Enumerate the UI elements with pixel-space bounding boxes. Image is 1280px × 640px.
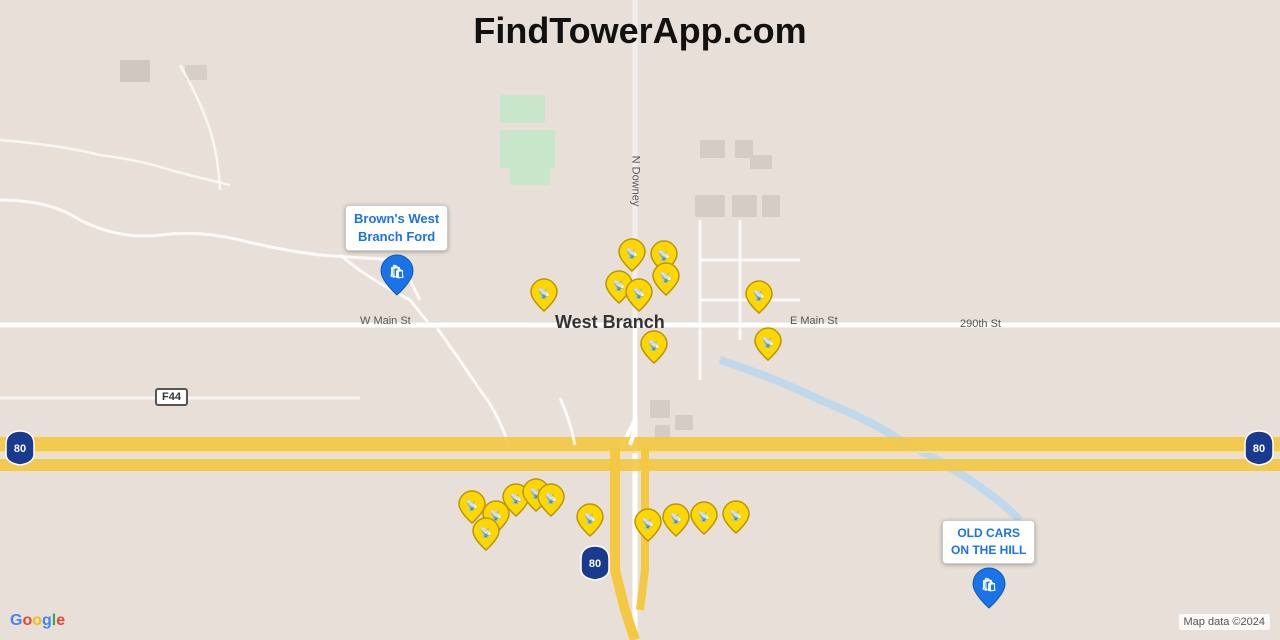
svg-text:🛍: 🛍: [388, 264, 405, 279]
tower-pin-3[interactable]: 📡: [530, 278, 558, 312]
google-e: e: [56, 612, 65, 630]
two-ninety-label: 290th St: [960, 318, 1001, 330]
svg-text:📡: 📡: [613, 279, 626, 292]
browns-ford-popup[interactable]: Brown's West Branch Ford 🛍: [345, 205, 448, 297]
tower-pin-7[interactable]: 📡: [745, 280, 773, 314]
google-g2: g: [42, 612, 52, 630]
svg-text:📡: 📡: [466, 499, 479, 512]
svg-text:📡: 📡: [626, 247, 639, 260]
old-cars-line1: OLD CARS: [957, 526, 1020, 540]
svg-text:📡: 📡: [762, 336, 775, 349]
tower-pin-20[interactable]: 📡: [722, 500, 750, 534]
n-downey-label: N Downey: [629, 156, 641, 207]
svg-text:80: 80: [589, 558, 601, 570]
w-main-st-label: W Main St: [360, 315, 411, 327]
tower-pin-14[interactable]: 📡: [537, 483, 565, 517]
tower-pin-9[interactable]: 📡: [754, 327, 782, 361]
tower-pin-8[interactable]: 📡: [640, 330, 668, 364]
tower-pin-1[interactable]: 📡: [618, 238, 646, 272]
browns-line2: Branch Ford: [358, 229, 435, 244]
tower-pin-18[interactable]: 📡: [662, 503, 690, 537]
interstate-shield-left: 80: [5, 430, 35, 471]
google-logo: G o o g l e: [10, 612, 65, 630]
svg-text:80: 80: [14, 443, 26, 455]
svg-text:📡: 📡: [658, 249, 671, 262]
svg-text:📡: 📡: [642, 517, 655, 530]
map-container: FindTowerApp.com West Branch W Main St E…: [0, 0, 1280, 640]
interstate-shield-right: 80: [1244, 430, 1274, 471]
svg-text:📡: 📡: [753, 289, 766, 302]
svg-text:📡: 📡: [730, 509, 743, 522]
svg-text:📡: 📡: [538, 287, 551, 300]
google-o1: o: [22, 612, 32, 630]
old-cars-line2: ON THE HILL: [951, 543, 1026, 557]
tower-pin-16[interactable]: 📡: [576, 503, 604, 537]
svg-text:📡: 📡: [633, 287, 646, 300]
svg-text:📡: 📡: [510, 492, 523, 505]
svg-text:📡: 📡: [545, 492, 558, 505]
svg-text:80: 80: [1253, 443, 1265, 455]
google-g: G: [10, 612, 22, 630]
map-data-label: Map data ©2024: [1179, 614, 1271, 630]
svg-text:📡: 📡: [660, 271, 673, 284]
tower-pin-5[interactable]: 📡: [625, 278, 653, 312]
f44-badge: F44: [155, 388, 188, 406]
google-o2: o: [32, 612, 42, 630]
tower-pin-17[interactable]: 📡: [634, 508, 662, 542]
svg-text:📡: 📡: [648, 339, 661, 352]
interstate-shield-center: 80: [580, 545, 610, 586]
tower-pin-15[interactable]: 📡: [472, 517, 500, 551]
old-cars-pin-svg: 🛍: [971, 566, 1007, 610]
tower-pin-6[interactable]: 📡: [652, 262, 680, 296]
e-main-st-label: E Main St: [790, 315, 838, 327]
browns-line1: Brown's West: [354, 211, 439, 226]
svg-text:🛍: 🛍: [980, 577, 997, 592]
svg-text:📡: 📡: [480, 526, 493, 539]
shop-pin-svg: 🛍: [379, 253, 415, 297]
old-cars-popup[interactable]: OLD CARS ON THE HILL 🛍: [942, 520, 1035, 610]
site-title: FindTowerApp.com: [473, 10, 806, 52]
tower-pin-19[interactable]: 📡: [690, 501, 718, 535]
svg-text:📡: 📡: [670, 512, 683, 525]
svg-text:📡: 📡: [584, 512, 597, 525]
svg-text:📡: 📡: [698, 510, 711, 523]
